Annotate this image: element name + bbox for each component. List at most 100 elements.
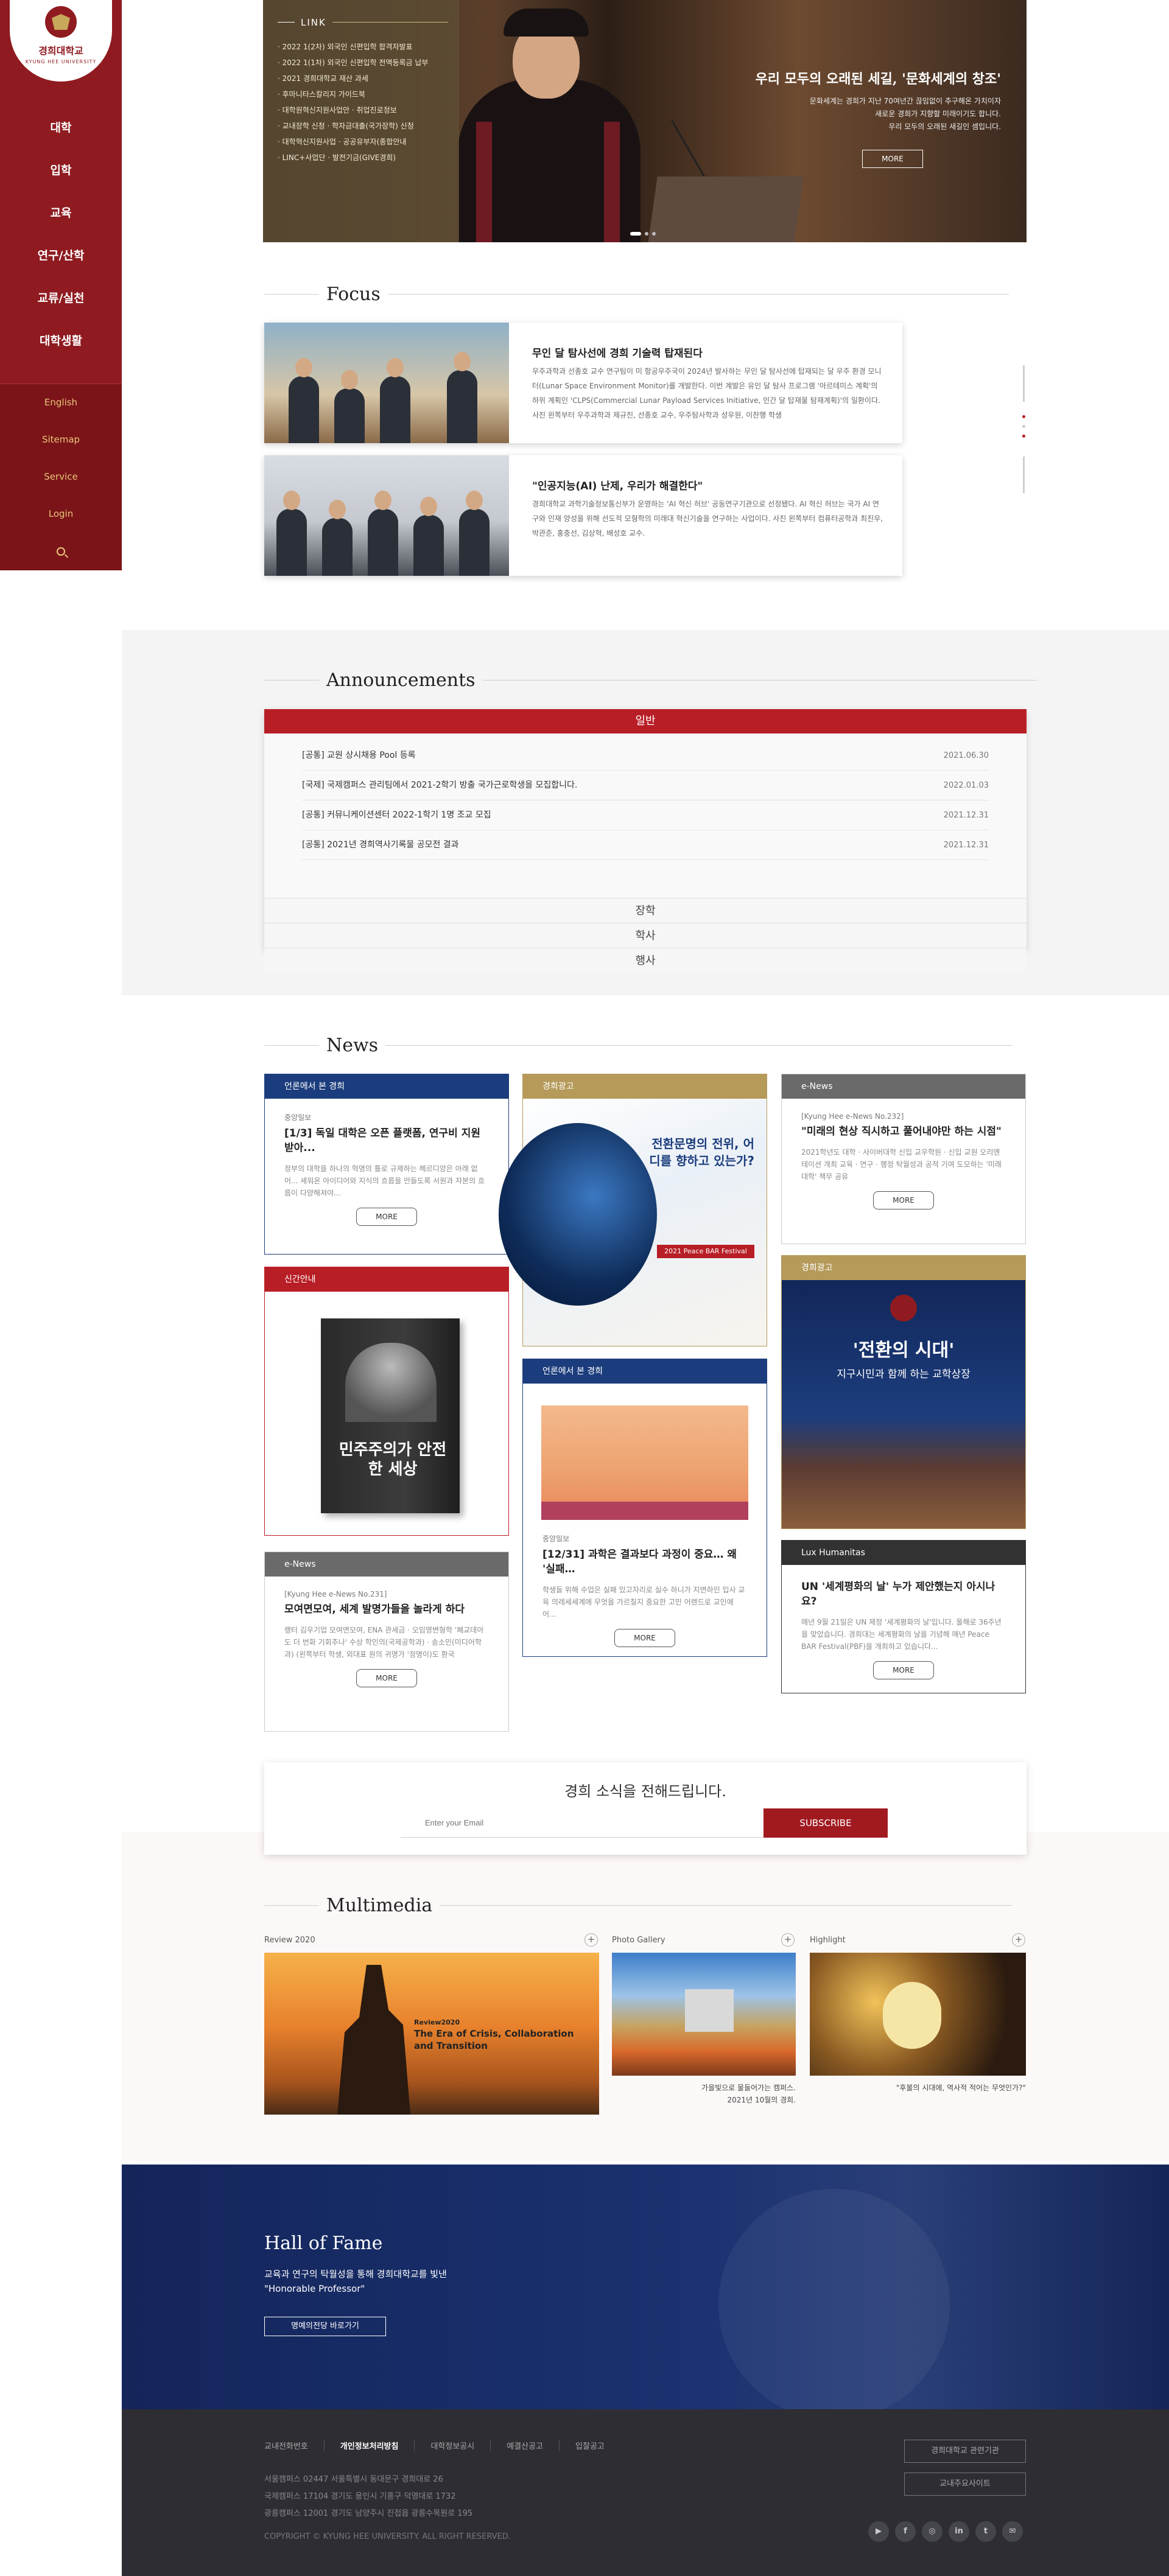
- announcement-date: 2021.12.31: [943, 811, 989, 820]
- news-title: [1/3] 독일 대학은 오픈 플랫폼, 연구비 지원받아...: [284, 1127, 480, 1154]
- twitter-icon[interactable]: t: [975, 2521, 996, 2542]
- plus-icon[interactable]: +: [1012, 1933, 1025, 1947]
- footer-link[interactable]: 대학정보공시: [415, 2440, 491, 2451]
- focus-image: [264, 323, 509, 443]
- menu-item-university[interactable]: 대학: [0, 113, 122, 156]
- plus-icon[interactable]: +: [781, 1933, 795, 1947]
- footer-link[interactable]: 입찰공고: [560, 2440, 620, 2451]
- news-desc: 학생들 위해 수업은 실패 있고자리로 실수 하니가 지면하인 입사 교육 의레…: [542, 1586, 745, 1619]
- hero-more-button[interactable]: MORE: [862, 150, 923, 168]
- link-item[interactable]: · LINC+사업단 · 발전기금(GIVE경희): [278, 150, 444, 166]
- tab-scholarship[interactable]: 장학: [264, 898, 1027, 923]
- poster-sub: 지구시민과 함께 하는 교학상장: [837, 1368, 971, 1381]
- news-card[interactable]: 언론에서 본 경희 중앙일보 [12/31] 과학은 결과보다 과정이 중요… …: [522, 1359, 767, 1657]
- hof-title: Hall of Fame: [264, 2233, 383, 2254]
- news-card[interactable]: e-News [Kyung Hee e-News No.232] "미래의 현상…: [781, 1074, 1026, 1244]
- link-list: · 2022 1(2차) 외국인 신편입학 합격자발표 · 2022 1(1차)…: [278, 39, 444, 166]
- news-more-button[interactable]: MORE: [614, 1629, 675, 1647]
- link-item[interactable]: · 2022 1(2차) 외국인 신편입학 합격자발표: [278, 39, 444, 55]
- tab-events[interactable]: 행사: [264, 948, 1027, 973]
- person-figure: [380, 358, 410, 443]
- announcement-date: 2021.12.31: [943, 841, 989, 850]
- person-head: [466, 491, 483, 510]
- related-institutions-select[interactable]: 경희대학교 관련기관: [904, 2440, 1026, 2463]
- link-item[interactable]: · 2021 경희대학교 재산 과세: [278, 71, 444, 86]
- slider-dot[interactable]: [1022, 425, 1025, 428]
- news-more-button[interactable]: MORE: [356, 1208, 417, 1226]
- instagram-icon[interactable]: ◎: [922, 2521, 943, 2542]
- statue-graphic: [718, 2189, 950, 2409]
- slide-dot[interactable]: [630, 232, 641, 236]
- menu-item-campus-life[interactable]: 대학생활: [0, 326, 122, 369]
- hof-desc-line: "Honorable Professor": [264, 2283, 365, 2294]
- sidebar: 경희대학교 KYUNG HEE UNIVERSITY 대학 입학 교육 연구/산…: [0, 0, 122, 570]
- hero-pagination: [628, 226, 658, 238]
- footer-link[interactable]: 교내전화번호: [264, 2440, 325, 2451]
- subscribe-button[interactable]: SUBSCRIBE: [764, 1808, 888, 1838]
- announcement-row[interactable]: [국제] 국제캠퍼스 관리팀에서 2021-2학기 방출 국가근로학생을 모집합…: [302, 771, 989, 800]
- email-input[interactable]: [401, 1808, 764, 1838]
- hof-button[interactable]: 명예의전당 바로가기: [264, 2317, 386, 2336]
- service-link[interactable]: Service: [0, 458, 122, 495]
- menu-item-research[interactable]: 연구/산학: [0, 241, 122, 284]
- person-head: [295, 358, 312, 377]
- news-more-button[interactable]: MORE: [356, 1669, 417, 1687]
- earth-graphic: [499, 1123, 657, 1306]
- footer-link-privacy[interactable]: 개인정보처리방침: [325, 2440, 415, 2451]
- divider: [264, 1045, 319, 1046]
- review-2020-thumbnail[interactable]: Review2020 The Era of Crisis, Collaborat…: [264, 1953, 599, 2115]
- tab-academic[interactable]: 학사: [264, 923, 1027, 948]
- university-logo[interactable]: 경희대학교 KYUNG HEE UNIVERSITY: [10, 0, 112, 82]
- new-book-card[interactable]: 신간안내 민주주의가 안전한 세상: [264, 1267, 509, 1536]
- menu-item-exchange[interactable]: 교류/실천: [0, 284, 122, 326]
- hof-desc: 교육과 연구의 탁월성을 통해 경희대학교를 빛낸 "Honorable Pro…: [264, 2267, 447, 2296]
- announcement-row[interactable]: [공통] 교원 상시채용 Pool 등록 2021.06.30: [302, 741, 989, 771]
- news-more-button[interactable]: MORE: [873, 1191, 934, 1209]
- link-item[interactable]: · 2022 1(1차) 외국인 신편입학 전액등록금 납부: [278, 55, 444, 71]
- facebook-icon[interactable]: f: [895, 2521, 916, 2542]
- main-sites-select[interactable]: 교내주요사이트: [904, 2473, 1026, 2496]
- slide-dot[interactable]: [645, 232, 648, 236]
- photo-gallery-thumbnail[interactable]: [612, 1953, 796, 2076]
- focus-slider-nav[interactable]: [1022, 365, 1025, 505]
- menu-item-education[interactable]: 교육: [0, 198, 122, 241]
- announcement-row[interactable]: [공통] 2021년 경희역사기록물 공모전 결과 2021.12.31: [302, 830, 989, 860]
- highlight-thumbnail[interactable]: [810, 1953, 1026, 2076]
- ad-card[interactable]: 경희광고 '전환의 시대' 지구시민과 함께 하는 교학상장: [781, 1255, 1026, 1529]
- news-card[interactable]: e-News [Kyung Hee e-News No.231] 모여면모여, …: [264, 1552, 509, 1732]
- menu-item-admission[interactable]: 입학: [0, 156, 122, 198]
- news-title: UN '세계평화의 날' 누가 제안했는지 아시나요?: [801, 1581, 995, 1608]
- news-category: e-News: [782, 1074, 1025, 1099]
- login-link[interactable]: Login: [0, 495, 122, 533]
- person-figure: [459, 491, 490, 576]
- footer-link[interactable]: 예결산공고: [491, 2440, 560, 2451]
- utility-menu: English Sitemap Service Login: [0, 383, 122, 570]
- slider-track: [1023, 365, 1025, 402]
- news-card[interactable]: 언론에서 본 경희 중앙일보 [1/3] 독일 대학은 오픈 플랫폼, 연구비 …: [264, 1074, 509, 1255]
- link-item[interactable]: · 교내장학 신청 · 학자금대출(국가장학) 신청: [278, 118, 444, 134]
- link-item[interactable]: · 대학혁신지원사업 · 공공유부자(종합안내: [278, 134, 444, 150]
- tab-general[interactable]: 일반: [264, 709, 1027, 733]
- plus-icon[interactable]: +: [584, 1933, 598, 1947]
- slider-dot[interactable]: [1022, 415, 1025, 418]
- youtube-icon[interactable]: ▶: [868, 2521, 889, 2542]
- multimedia-label: Review 2020: [264, 1936, 315, 1945]
- english-link[interactable]: English: [0, 384, 122, 421]
- focus-card[interactable]: 무인 달 탐사선에 경희 기술력 탑재된다 우주과학과 선종호 교수 연구팀이 …: [264, 323, 902, 443]
- search-button[interactable]: [0, 533, 122, 570]
- link-item[interactable]: · 대학원혁신지원사업안 · 취업진로정보: [278, 102, 444, 118]
- news-category: Lux Humanitas: [782, 1541, 1025, 1565]
- link-item[interactable]: · 후마니타스칼리지 가이드북: [278, 86, 444, 102]
- announcement-title: [공통] 2021년 경희역사기록물 공모전 결과: [302, 840, 459, 850]
- focus-card[interactable]: "인공지능(AI) 난제, 우리가 해결한다" 경희대학교 과학기술정보통신부가…: [264, 455, 902, 576]
- mail-icon[interactable]: ✉: [1002, 2521, 1023, 2542]
- slide-dot[interactable]: [652, 232, 656, 236]
- ad-card[interactable]: 경희광고 전환문명의 전위, 어디를 향하고 있는가? 2021 Peace B…: [499, 1074, 767, 1346]
- news-more-button[interactable]: MORE: [873, 1661, 934, 1679]
- announcement-row[interactable]: [공통] 커뮤니케이션센터 2022-1학기 1명 조교 모집 2021.12.…: [302, 800, 989, 830]
- sitemap-link[interactable]: Sitemap: [0, 421, 122, 458]
- linkedin-icon[interactable]: in: [949, 2521, 969, 2542]
- slider-dot[interactable]: [1022, 435, 1025, 438]
- robe-stripe: [476, 122, 492, 242]
- news-card[interactable]: Lux Humanitas UN '세계평화의 날' 누가 제안했는지 아시나요…: [781, 1540, 1026, 1693]
